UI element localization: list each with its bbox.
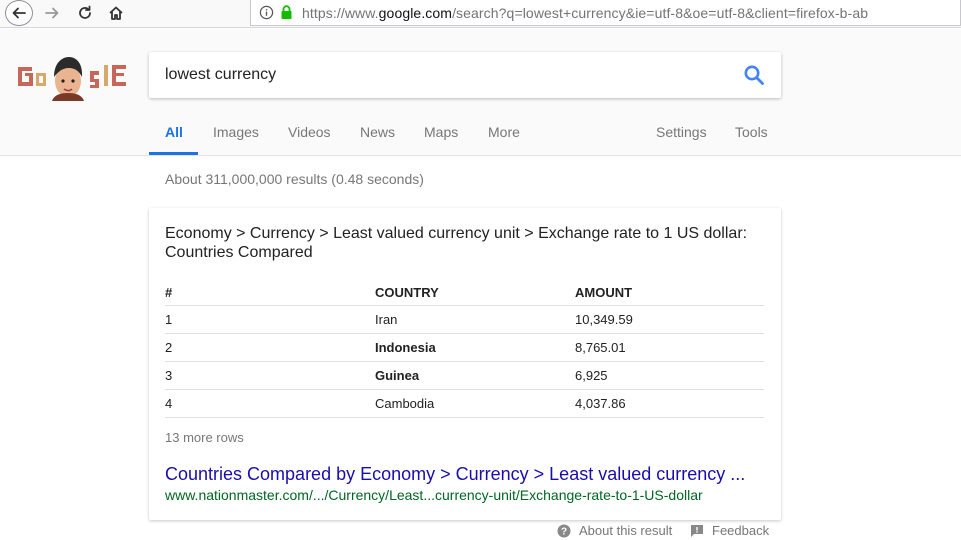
- url-bar[interactable]: https://www.google.com/search?q=lowest+c…: [250, 0, 961, 26]
- tab-news[interactable]: News: [360, 124, 395, 140]
- snippet-title: Economy > Currency > Least valued curren…: [165, 225, 748, 261]
- tab-settings[interactable]: Settings: [656, 124, 707, 140]
- table-header-row: # COUNTRY AMOUNT: [165, 278, 764, 306]
- home-icon: [109, 6, 123, 20]
- info-icon[interactable]: [259, 5, 274, 20]
- table-cell-amount: 4,037.86: [575, 389, 764, 418]
- table-header-rank: #: [165, 278, 375, 306]
- feedback-label: Feedback: [712, 523, 770, 538]
- tab-more[interactable]: More: [488, 124, 520, 140]
- table-row: 1 Iran 10,349.59: [165, 305, 764, 334]
- table-cell-rank: 4: [165, 389, 375, 418]
- svg-text:?: ?: [561, 526, 567, 537]
- table-row: 2 Indonesia 8,765.01: [165, 333, 764, 362]
- tab-tools[interactable]: Tools: [735, 124, 768, 140]
- table-cell-rank: 1: [165, 305, 375, 334]
- snippet-table: # COUNTRY AMOUNT 1 Iran 10,349.59 2 Indo…: [165, 278, 764, 418]
- table-row: 4 Cambodia 4,037.86: [165, 389, 764, 418]
- feedback-icon: [691, 524, 703, 537]
- url-text: https://www.google.com/search?q=lowest+c…: [302, 5, 868, 21]
- tab-images[interactable]: Images: [213, 124, 259, 140]
- table-cell-amount: 6,925: [575, 361, 764, 390]
- about-this-result-link[interactable]: ? About this result: [557, 523, 672, 538]
- table-cell-country: Iran: [375, 305, 575, 334]
- table-cell-amount: 8,765.01: [575, 333, 764, 362]
- featured-snippet-card: Economy > Currency > Least valued curren…: [149, 208, 781, 520]
- table-cell-country: Guinea: [375, 361, 575, 390]
- back-icon: [12, 7, 26, 19]
- about-this-result-label: About this result: [579, 523, 673, 538]
- forward-button[interactable]: [37, 0, 67, 26]
- url-prefix: https://www.: [302, 4, 379, 21]
- more-rows-link[interactable]: 13 more rows: [165, 430, 244, 445]
- forward-icon: [45, 7, 59, 19]
- result-stats: About 311,000,000 results (0.48 seconds): [165, 171, 424, 187]
- table-header-amount: AMOUNT: [575, 278, 764, 306]
- url-domain: google.com: [378, 4, 453, 21]
- feedback-link[interactable]: Feedback: [690, 523, 769, 538]
- browser-toolbar: https://www.google.com/search?q=lowest+c…: [0, 0, 961, 28]
- search-icon[interactable]: [743, 64, 765, 86]
- lock-icon: [281, 5, 292, 19]
- search-header: All Images Videos News Maps More Setting…: [0, 29, 961, 156]
- reload-button[interactable]: [70, 0, 100, 26]
- reload-icon: [79, 5, 91, 19]
- search-box: [149, 52, 781, 98]
- home-button[interactable]: [101, 0, 131, 26]
- table-cell-amount: 10,349.59: [575, 305, 764, 334]
- google-doodle-logo[interactable]: [14, 51, 130, 101]
- table-cell-rank: 2: [165, 333, 375, 362]
- result-title-link[interactable]: Countries Compared by Economy > Currency…: [165, 464, 745, 485]
- url-path: /search?q=lowest+currency&ie=utf-8&oe=ut…: [452, 4, 869, 21]
- result-url: www.nationmaster.com/.../Currency/Least.…: [165, 487, 703, 503]
- table-header-country: COUNTRY: [375, 278, 575, 306]
- help-icon: ?: [557, 524, 571, 537]
- search-input[interactable]: [165, 66, 725, 84]
- active-tab-indicator: [149, 152, 198, 155]
- tab-videos[interactable]: Videos: [288, 124, 331, 140]
- table-cell-country: Indonesia: [375, 333, 575, 362]
- tab-all[interactable]: All: [165, 124, 183, 140]
- table-cell-rank: 3: [165, 361, 375, 390]
- table-row: 3 Guinea 6,925: [165, 361, 764, 390]
- tab-maps[interactable]: Maps: [424, 124, 458, 140]
- table-cell-country: Cambodia: [375, 389, 575, 418]
- back-button[interactable]: [5, 0, 33, 26]
